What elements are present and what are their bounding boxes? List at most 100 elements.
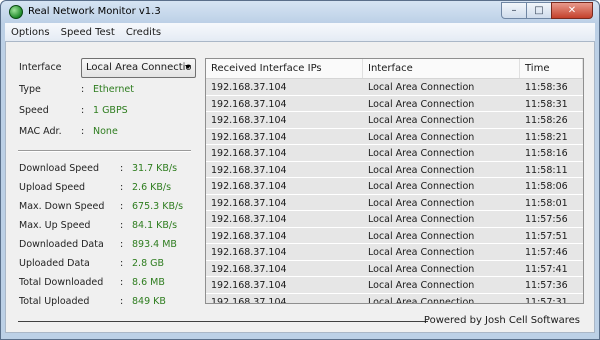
stat-row: Total Uploaded : 849 KB <box>19 296 166 307</box>
minimize-icon: – <box>511 5 517 16</box>
ip-cell: 192.168.37.104 <box>211 230 287 242</box>
table-row[interactable]: 192.168.37.104 Local Area Connection 11:58… <box>206 194 583 211</box>
time-cell: 11:58:16 <box>525 148 568 159</box>
interface-cell: Local Area Connection <box>368 214 475 225</box>
ip-cell: 192.168.37.104 <box>211 164 287 176</box>
footer-credit: Powered by Josh Cell Softwares <box>423 315 580 326</box>
table-row[interactable]: 192.168.37.104 Local Area Connection 11:58… <box>206 79 583 96</box>
time-cell: 11:58:06 <box>525 181 568 192</box>
time-cell: 11:58:01 <box>525 197 568 209</box>
column-header-ip[interactable]: Received Interface IPs <box>206 59 363 78</box>
speed-label: Speed <box>19 105 49 116</box>
close-icon: ✕ <box>567 5 577 16</box>
time-cell: 11:58:31 <box>525 98 568 110</box>
max-down-speed-value: 675.3 KB/s <box>132 201 184 212</box>
table-header: Received Interface IPs Interface Time <box>206 59 583 79</box>
menu-options[interactable]: Options <box>11 27 50 38</box>
total-downloaded-value: 8.6 MB <box>132 277 165 288</box>
menu-bar: Options Speed Test Credits <box>5 23 595 41</box>
table-row[interactable]: 192.168.37.104 Local Area Connection 11:57… <box>206 244 583 261</box>
table-body: 192.168.37.104 Local Area Connection 11:58… <box>206 79 583 304</box>
max-up-speed-label: Max. Up Speed <box>19 220 91 231</box>
interface-cell: Local Area Connection <box>368 197 475 209</box>
total-uploaded-label: Total Uploaded <box>19 296 90 307</box>
column-header-interface[interactable]: Interface <box>363 59 520 78</box>
ip-cell: 192.168.37.104 <box>211 263 287 275</box>
table-row[interactable]: 192.168.37.104 Local Area Connection 11:58… <box>206 145 583 162</box>
ip-cell: 192.168.37.104 <box>211 98 287 110</box>
column-header-time[interactable]: Time <box>520 59 583 78</box>
interface-selected-value: Local Area Connectio <box>86 62 192 73</box>
stat-row: Download Speed : 31.7 KB/s <box>19 163 178 174</box>
stat-row: Downloaded Data : 893.4 MB <box>19 239 177 250</box>
table-row[interactable]: 192.168.37.104 Local Area Connection 11:57… <box>206 277 583 294</box>
interface-cell: Local Area Connection <box>368 263 475 275</box>
mac-row: MAC Adr. : None <box>19 126 118 137</box>
type-label: Type <box>19 84 41 95</box>
interface-cell: Local Area Connection <box>368 247 475 258</box>
table-row[interactable]: 192.168.37.104 Local Area Connection 11:58… <box>206 112 583 129</box>
stat-row: Upload Speed : 2.6 KB/s <box>19 182 172 193</box>
download-speed-label: Download Speed <box>19 163 100 174</box>
time-cell: 11:57:36 <box>525 280 568 291</box>
speed-value: 1 GBPS <box>93 105 128 116</box>
upload-speed-label: Upload Speed <box>19 182 86 193</box>
window-title: Real Network Monitor v1.3 <box>28 6 161 17</box>
time-cell: 11:57:56 <box>525 214 568 225</box>
ip-cell: 192.168.37.104 <box>211 296 287 304</box>
table-row[interactable]: 192.168.37.104 Local Area Connection 11:58… <box>206 161 583 178</box>
uploaded-data-label: Uploaded Data <box>19 258 90 269</box>
ip-cell: 192.168.37.104 <box>211 280 287 291</box>
app-globe-icon <box>9 5 23 19</box>
interface-cell: Local Area Connection <box>368 296 475 304</box>
app-window: Real Network Monitor v1.3 – □ ✕ Options … <box>0 0 600 340</box>
time-cell: 11:57:51 <box>525 230 568 242</box>
maximize-button[interactable]: □ <box>526 2 552 19</box>
menu-credits[interactable]: Credits <box>126 27 161 38</box>
received-ip-table[interactable]: Received Interface IPs Interface Time 19… <box>205 58 584 304</box>
main-panel: Interface Local Area Connectio Type : Et… <box>5 41 595 333</box>
time-cell: 11:58:21 <box>525 131 568 143</box>
table-row[interactable]: 192.168.37.104 Local Area Connection 11:57… <box>206 211 583 228</box>
time-cell: 11:58:26 <box>525 115 568 126</box>
menu-speed-test[interactable]: Speed Test <box>61 27 115 38</box>
type-value: Ethernet <box>93 84 134 95</box>
interface-cell: Local Area Connection <box>368 164 475 176</box>
stat-row: Max. Up Speed : 84.1 KB/s <box>19 220 178 231</box>
table-row[interactable]: 192.168.37.104 Local Area Connection 11:58… <box>206 128 583 145</box>
interface-cell: Local Area Connection <box>368 181 475 192</box>
interface-cell: Local Area Connection <box>368 82 475 93</box>
ip-cell: 192.168.37.104 <box>211 82 287 93</box>
mac-value: None <box>93 126 118 137</box>
ip-cell: 192.168.37.104 <box>211 214 287 225</box>
table-row[interactable]: 192.168.37.104 Local Area Connection 11:57… <box>206 227 583 244</box>
interface-cell: Local Area Connection <box>368 280 475 291</box>
downloaded-data-label: Downloaded Data <box>19 239 104 250</box>
close-button[interactable]: ✕ <box>551 2 593 19</box>
interface-row: Interface <box>19 62 81 73</box>
upload-speed-value: 2.6 KB/s <box>132 182 172 193</box>
footer-divider <box>18 321 428 322</box>
total-uploaded-value: 849 KB <box>132 296 166 307</box>
title-bar[interactable]: Real Network Monitor v1.3 – □ ✕ <box>1 1 599 23</box>
interface-dropdown[interactable]: Local Area Connectio <box>81 58 196 78</box>
time-cell: 11:57:41 <box>525 263 568 275</box>
stat-row: Uploaded Data : 2.8 GB <box>19 258 165 269</box>
divider <box>18 150 191 152</box>
max-up-speed-value: 84.1 KB/s <box>132 220 178 231</box>
download-speed-value: 31.7 KB/s <box>132 163 178 174</box>
mac-label: MAC Adr. <box>19 126 62 137</box>
downloaded-data-value: 893.4 MB <box>132 239 177 250</box>
minimize-button[interactable]: – <box>501 2 527 19</box>
ip-cell: 192.168.37.104 <box>211 247 287 258</box>
interface-cell: Local Area Connection <box>368 115 475 126</box>
stat-row: Max. Down Speed : 675.3 KB/s <box>19 201 184 212</box>
table-row[interactable]: 192.168.37.104 Local Area Connection 11:58… <box>206 95 583 112</box>
interface-label: Interface <box>19 62 62 73</box>
table-row[interactable]: 192.168.37.104 Local Area Connection 11:57… <box>206 260 583 277</box>
ip-cell: 192.168.37.104 <box>211 181 287 192</box>
table-row[interactable]: 192.168.37.104 Local Area Connection 11:57… <box>206 293 583 304</box>
table-row[interactable]: 192.168.37.104 Local Area Connection 11:58… <box>206 178 583 195</box>
total-downloaded-label: Total Downloaded <box>19 277 104 288</box>
ip-cell: 192.168.37.104 <box>211 197 287 209</box>
